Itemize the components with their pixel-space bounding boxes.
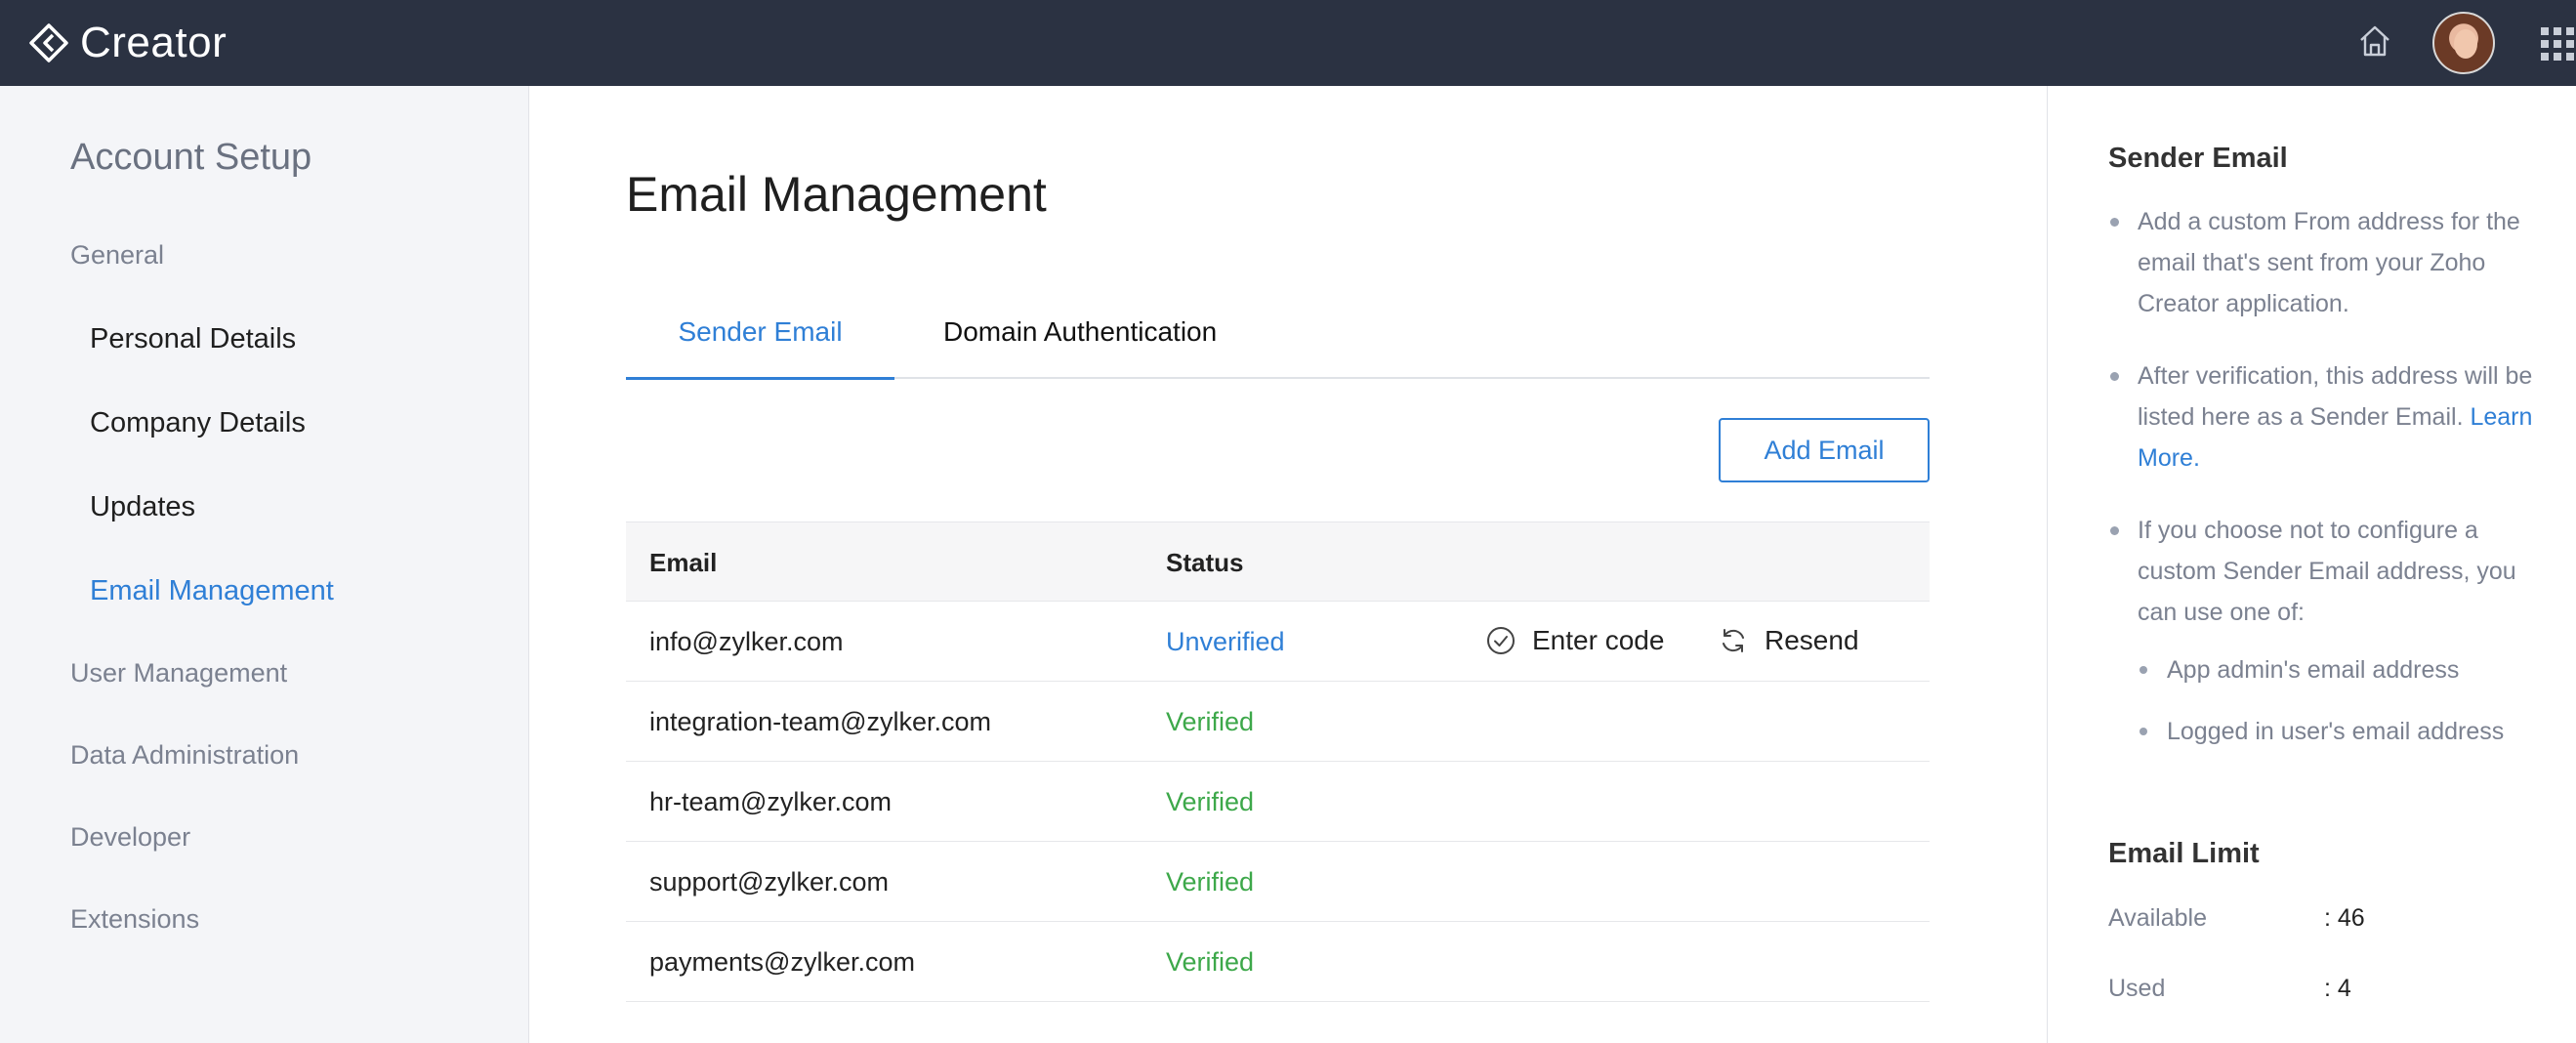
available-label: Available — [2108, 904, 2208, 932]
help-bullet: If you choose not to configure a custom … — [2108, 510, 2557, 633]
email-cell: payments@zylker.com — [649, 947, 915, 977]
help-bullet: Add a custom From address for the email … — [2108, 201, 2557, 324]
table-header: Email Status — [626, 522, 1930, 602]
sidebar-group-general[interactable]: General — [70, 240, 164, 271]
email-table: Email Status info@zylker.com Unverified … — [626, 522, 1930, 1002]
page-title: Email Management — [626, 167, 1047, 222]
table-row: payments@zylker.com Verified — [626, 922, 1930, 1002]
email-cell: hr-team@zylker.com — [649, 787, 892, 816]
table-row: info@zylker.com Unverified Enter code Re… — [626, 602, 1930, 682]
help-sub-bullet: App admin's email address — [2138, 649, 2557, 690]
creator-logo-icon — [29, 23, 68, 63]
apps-grid-icon[interactable] — [2541, 27, 2576, 63]
status-verified: Verified — [1166, 867, 1255, 897]
sidebar-item-updates[interactable]: Updates — [90, 491, 195, 523]
status-verified: Verified — [1166, 947, 1255, 977]
status-unverified: Unverified — [1166, 627, 1285, 656]
help-panel: Sender Email Add a custom From address f… — [2047, 86, 2576, 1043]
help-sub-bullets: Logged in user's email address — [2138, 711, 2557, 752]
resend-button[interactable]: Resend — [1718, 621, 1859, 660]
help-bullets: Add a custom From address for the email … — [2108, 201, 2557, 324]
add-email-button[interactable]: Add Email — [1719, 418, 1930, 482]
enter-code-button[interactable]: Enter code — [1485, 621, 1664, 660]
sidebar-group-extensions[interactable]: Extensions — [70, 904, 199, 935]
status-verified: Verified — [1166, 707, 1255, 736]
tab-sender-email[interactable]: Sender Email — [626, 293, 894, 380]
refresh-icon — [1723, 629, 1744, 652]
sidebar-item-email-management[interactable]: Email Management — [90, 575, 334, 607]
email-cell: support@zylker.com — [649, 867, 889, 897]
sidebar-item-company-details[interactable]: Company Details — [90, 407, 306, 439]
tab-domain-authentication[interactable]: Domain Authentication — [943, 293, 1217, 379]
table-row: support@zylker.com Verified — [626, 842, 1930, 922]
help-sub-bullet: Logged in user's email address — [2138, 711, 2557, 752]
table-row: hr-team@zylker.com Verified — [626, 762, 1930, 842]
brand-name: Creator — [80, 19, 228, 66]
sidebar: Account Setup General Personal Details C… — [0, 86, 529, 1043]
avatar[interactable] — [2432, 12, 2495, 74]
check-circle-icon — [1487, 627, 1515, 654]
enter-code-label: Enter code — [1532, 625, 1665, 655]
help-bullets: If you choose not to configure a custom … — [2108, 510, 2557, 633]
brand[interactable]: Creator — [27, 16, 227, 70]
column-header-status: Status — [1166, 548, 1244, 577]
help-bullet: After verification, this address will be… — [2108, 355, 2557, 479]
email-limit-heading: Email Limit — [2108, 838, 2260, 869]
table-row: integration-team@zylker.com Verified — [626, 682, 1930, 762]
resend-label: Resend — [1765, 625, 1859, 655]
sidebar-group-developer[interactable]: Developer — [70, 822, 190, 853]
sidebar-group-data-administration[interactable]: Data Administration — [70, 740, 299, 771]
top-bar: Creator — [0, 0, 2576, 86]
help-bullets: After verification, this address will be… — [2108, 355, 2557, 479]
home-icon[interactable] — [2355, 21, 2394, 61]
help-sub-bullets: App admin's email address — [2138, 649, 2557, 690]
sidebar-title: Account Setup — [70, 137, 312, 178]
tab-bar: Sender Email Domain Authentication — [626, 293, 1930, 380]
used-value: : 4 — [2324, 975, 2351, 1002]
help-heading: Sender Email — [2108, 143, 2288, 174]
used-label: Used — [2108, 975, 2166, 1002]
sidebar-item-personal-details[interactable]: Personal Details — [90, 323, 296, 355]
email-cell: integration-team@zylker.com — [649, 707, 992, 736]
column-header-email: Email — [649, 548, 718, 577]
email-cell: info@zylker.com — [649, 627, 844, 656]
available-value: : 46 — [2324, 904, 2365, 932]
sidebar-group-user-management[interactable]: User Management — [70, 658, 287, 688]
status-verified: Verified — [1166, 787, 1255, 816]
